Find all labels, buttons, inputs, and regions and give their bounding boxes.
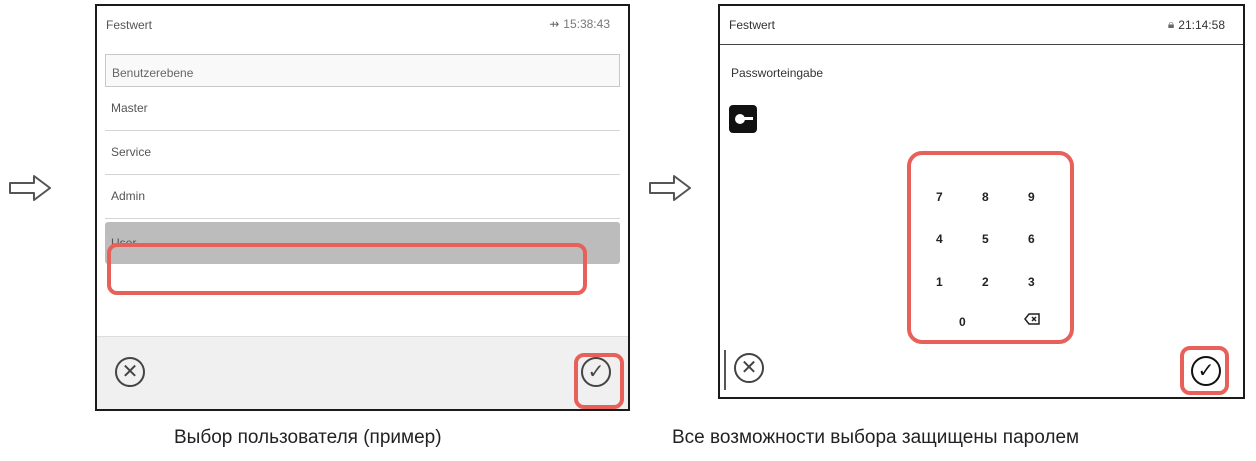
caption-right: Все возможности выбора защищены паролем [672, 427, 1080, 448]
right-arrow-icon [649, 175, 691, 201]
checkmark-icon[interactable]: ✓ [1191, 356, 1221, 386]
bottom-bar: ✕ ✓ [97, 336, 628, 409]
screen-title: Festwert [729, 18, 776, 32]
key-3[interactable]: 3 [1028, 275, 1035, 289]
key-2[interactable]: 2 [982, 275, 989, 289]
clock: 15:38:43 [563, 17, 610, 31]
title-bar: Festwert ⇸ 15:38:43 [97, 6, 628, 44]
caption-left: Выбор пользователя (пример) [174, 427, 442, 448]
user-selection-screen: Festwert ⇸ 15:38:43 Benutzerebene Master… [95, 4, 630, 411]
list-item-label: Service [111, 145, 152, 159]
highlight-user [107, 243, 587, 295]
title-bar: Festwert 🔒︎ 21:14:58 [720, 6, 1243, 45]
right-arrow-icon [9, 175, 51, 201]
usb-icon: ⇸ [549, 17, 560, 31]
list-item-master[interactable]: Master [105, 87, 620, 131]
key-1[interactable]: 1 [936, 275, 943, 289]
status-area: ⇸ 15:38:43 [549, 17, 610, 31]
password-label: Passworteingabe [731, 66, 824, 80]
cancel-icon[interactable]: ✕ [115, 357, 145, 387]
list-item-service[interactable]: Service [105, 131, 620, 175]
list-item-label: Master [111, 101, 148, 115]
list-item-label: Admin [111, 189, 146, 203]
key-6[interactable]: 6 [1028, 232, 1035, 246]
password-entry-screen: Festwert 🔒︎ 21:14:58 Passworteingabe 7 8… [718, 4, 1245, 399]
lock-icon: 🔒︎ [1167, 17, 1175, 31]
key-5[interactable]: 5 [982, 232, 989, 246]
number-keypad: 7 8 9 4 5 6 1 2 3 0 [907, 151, 1074, 344]
divider [724, 350, 726, 390]
user-level-list: Benutzerebene Master Service Admin User [105, 54, 620, 264]
key-0[interactable]: 0 [959, 315, 966, 329]
backspace-icon[interactable] [1024, 313, 1040, 325]
list-header: Benutzerebene [105, 54, 620, 87]
clock: 21:14:58 [1178, 17, 1225, 32]
list-item-admin[interactable]: Admin [105, 175, 620, 219]
cancel-icon[interactable]: ✕ [734, 353, 764, 383]
key-4[interactable]: 4 [936, 232, 943, 246]
key-9[interactable]: 9 [1028, 190, 1035, 204]
screen-title: Festwert [106, 18, 153, 32]
highlight-confirm [574, 353, 624, 409]
key-7[interactable]: 7 [936, 190, 943, 204]
key-icon [729, 105, 757, 133]
key-8[interactable]: 8 [982, 190, 989, 204]
status-area: 🔒︎ 21:14:58 [1168, 17, 1225, 32]
